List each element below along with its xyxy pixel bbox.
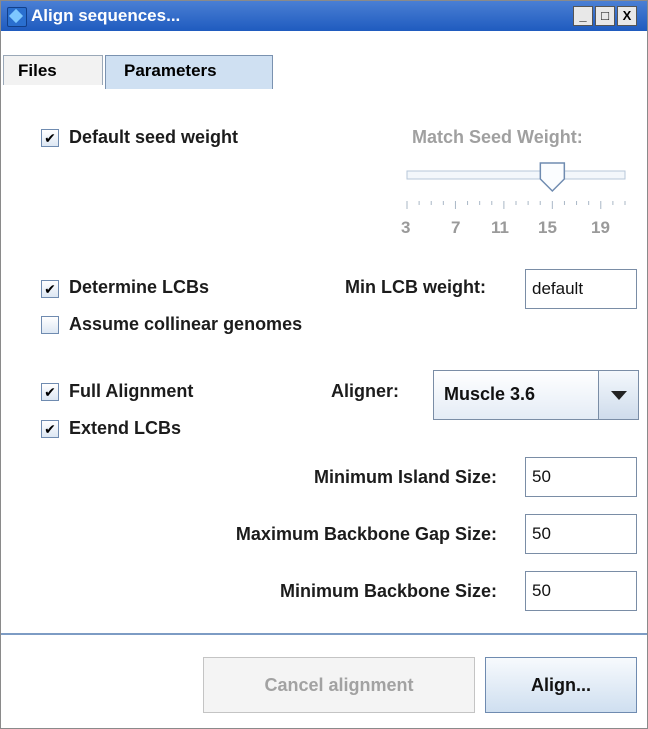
slider-tick-label: 3	[401, 218, 411, 237]
check-icon: ✔	[44, 421, 56, 437]
tab-parameters[interactable]: Parameters	[105, 55, 273, 89]
slider-track	[406, 170, 626, 180]
full-alignment-label: Full Alignment	[69, 381, 194, 401]
max-backbone-gap-label: Maximum Backbone Gap Size:	[235, 524, 497, 544]
min-lcb-weight-input[interactable]: default	[525, 269, 637, 309]
assume-collinear-checkbox[interactable]	[41, 316, 59, 334]
full-alignment-checkbox[interactable]: ✔	[41, 383, 59, 401]
slider-tick-label: 19	[591, 218, 610, 237]
button-separator	[1, 633, 647, 635]
min-backbone-size-label: Minimum Backbone Size:	[279, 581, 497, 601]
min-backbone-size-input[interactable]: 50	[525, 571, 637, 611]
slider-thumb[interactable]	[539, 162, 566, 193]
maximize-button[interactable]: □	[595, 6, 615, 26]
check-icon: ✔	[44, 384, 56, 400]
app-logo-icon	[7, 7, 27, 27]
window-title: Align sequences...	[31, 6, 181, 25]
assume-collinear-label: Assume collinear genomes	[69, 314, 303, 334]
min-lcb-weight-label: Min LCB weight:	[345, 277, 486, 297]
slider-tick-label: 15	[538, 218, 557, 237]
aligner-selected-value: Muscle 3.6	[444, 384, 536, 404]
default-seed-weight-checkbox[interactable]: ✔	[41, 129, 59, 147]
chevron-down-icon	[611, 391, 627, 400]
aligner-dropdown-button[interactable]	[598, 371, 638, 419]
min-island-size-label: Minimum Island Size:	[313, 467, 497, 487]
slider-ticks	[406, 201, 626, 209]
max-backbone-gap-input[interactable]: 50	[525, 514, 637, 554]
match-seed-weight-label: Match Seed Weight:	[412, 127, 583, 147]
tab-bar: Files Parameters	[1, 31, 647, 121]
minimize-button[interactable]: _	[573, 6, 593, 26]
aligner-select[interactable]: Muscle 3.6	[433, 370, 639, 420]
parameters-panel: ✔ Default seed weight Match Seed Weight:…	[1, 91, 647, 639]
check-icon: ✔	[44, 130, 56, 146]
extend-lcbs-label: Extend LCBs	[69, 418, 182, 438]
check-icon: ✔	[44, 281, 56, 297]
determine-lcbs-label: Determine LCBs	[69, 277, 210, 297]
align-sequences-dialog: Align sequences... _ □ X Files Parameter…	[0, 0, 648, 729]
cancel-alignment-button[interactable]: Cancel alignment	[203, 657, 475, 713]
align-button[interactable]: Align...	[485, 657, 637, 713]
slider-tick-label: 11	[491, 218, 509, 237]
aligner-label: Aligner:	[331, 381, 400, 401]
slider-tick-label: 7	[451, 218, 461, 237]
extend-lcbs-checkbox[interactable]: ✔	[41, 420, 59, 438]
close-button[interactable]: X	[617, 6, 637, 26]
default-seed-weight-label: Default seed weight	[69, 127, 239, 147]
title-bar[interactable]: Align sequences... _ □ X	[1, 1, 647, 31]
tab-files[interactable]: Files	[3, 55, 103, 85]
min-island-size-input[interactable]: 50	[525, 457, 637, 497]
determine-lcbs-checkbox[interactable]: ✔	[41, 280, 59, 298]
